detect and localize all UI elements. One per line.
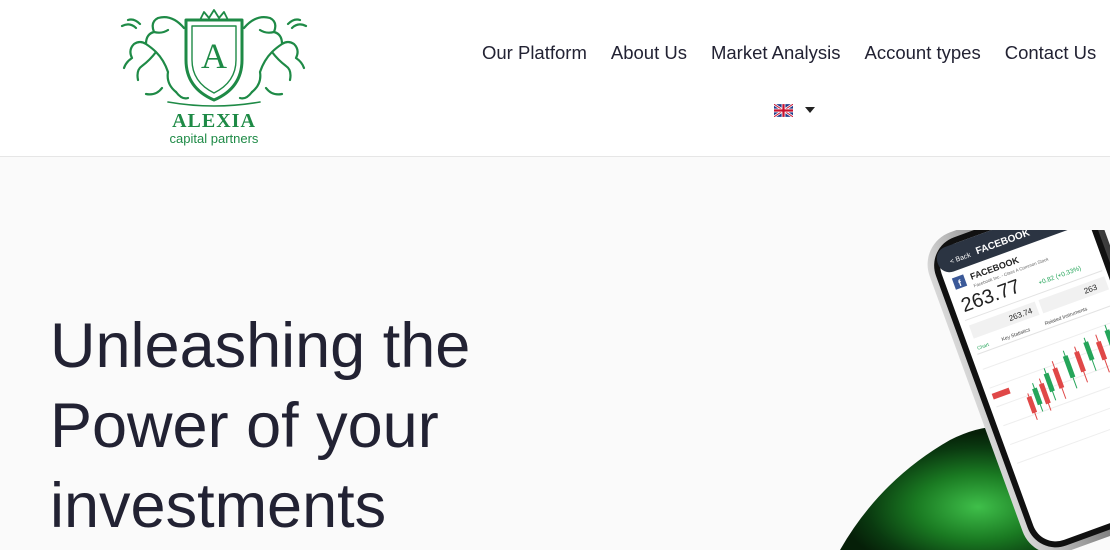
language-selector[interactable] — [774, 102, 820, 118]
site-header: A ALEXIA capital partners Our Platform A… — [0, 0, 1110, 157]
nav-market-analysis[interactable]: Market Analysis — [711, 42, 841, 64]
nav-about-us[interactable]: About Us — [611, 42, 687, 64]
uk-flag-icon — [774, 103, 793, 117]
lion-crest-icon: A — [120, 9, 308, 107]
hero-title-line: Unleashing the — [50, 311, 471, 381]
hero-title: Unleashing the Power of your investments — [50, 306, 570, 546]
hero-title-line: Power of your — [50, 391, 439, 461]
caret-down-icon[interactable] — [805, 107, 815, 113]
brand-name: ALEXIA — [172, 110, 256, 132]
brand-tagline: capital partners — [169, 131, 259, 146]
main-nav: Our Platform About Us Market Analysis Ac… — [482, 42, 1110, 64]
hero-title-line: investments — [50, 471, 387, 541]
nav-account-types[interactable]: Account types — [865, 42, 981, 64]
brand-logo[interactable]: A ALEXIA capital partners — [116, 8, 312, 150]
logo-letter: A — [201, 36, 227, 76]
nav-our-platform[interactable]: Our Platform — [482, 42, 587, 64]
nav-contact-us[interactable]: Contact Us — [1005, 42, 1097, 64]
phone-illustration: < Back FACEBOOK f FACEBOOK Facebook Inc.… — [840, 230, 1110, 550]
phone-mockup-image: < Back FACEBOOK f FACEBOOK Facebook Inc.… — [840, 230, 1110, 550]
